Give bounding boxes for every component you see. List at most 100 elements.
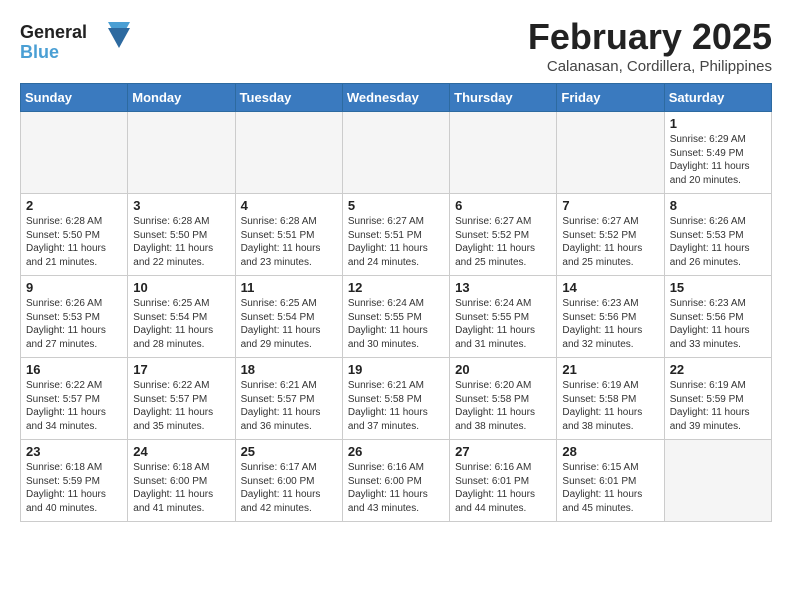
logo-svg: General Blue [20, 16, 130, 64]
main-title: February 2025 [528, 16, 772, 58]
calendar-cell: 21 Sunrise: 6:19 AM Sunset: 5:58 PM Dayli… [557, 358, 664, 440]
calendar-cell: 20 Sunrise: 6:20 AM Sunset: 5:58 PM Dayli… [450, 358, 557, 440]
day-info: Sunrise: 6:22 AM Sunset: 5:57 PM Dayligh… [26, 379, 122, 433]
day-number: 22 [670, 362, 766, 377]
calendar-cell: 24 Sunrise: 6:18 AM Sunset: 6:00 PM Dayli… [128, 440, 235, 522]
day-number: 21 [562, 362, 658, 377]
day-info: Sunrise: 6:21 AM Sunset: 5:57 PM Dayligh… [241, 379, 337, 433]
day-number: 16 [26, 362, 122, 377]
day-number: 26 [348, 444, 444, 459]
day-number: 3 [133, 198, 229, 213]
calendar-cell: 28 Sunrise: 6:15 AM Sunset: 6:01 PM Dayli… [557, 440, 664, 522]
svg-text:General: General [20, 22, 87, 42]
calendar-week-3: 16 Sunrise: 6:22 AM Sunset: 5:57 PM Dayli… [21, 358, 772, 440]
calendar-cell: 7 Sunrise: 6:27 AM Sunset: 5:52 PM Daylig… [557, 194, 664, 276]
day-info: Sunrise: 6:19 AM Sunset: 5:59 PM Dayligh… [670, 379, 766, 433]
day-number: 10 [133, 280, 229, 295]
day-number: 7 [562, 198, 658, 213]
day-info: Sunrise: 6:24 AM Sunset: 5:55 PM Dayligh… [455, 297, 551, 351]
calendar-cell [664, 440, 771, 522]
day-number: 27 [455, 444, 551, 459]
day-info: Sunrise: 6:17 AM Sunset: 6:00 PM Dayligh… [241, 461, 337, 515]
day-info: Sunrise: 6:18 AM Sunset: 5:59 PM Dayligh… [26, 461, 122, 515]
col-header-tuesday: Tuesday [235, 84, 342, 112]
col-header-saturday: Saturday [664, 84, 771, 112]
day-number: 24 [133, 444, 229, 459]
day-number: 11 [241, 280, 337, 295]
day-info: Sunrise: 6:23 AM Sunset: 5:56 PM Dayligh… [670, 297, 766, 351]
subtitle: Calanasan, Cordillera, Philippines [528, 58, 772, 75]
day-info: Sunrise: 6:23 AM Sunset: 5:56 PM Dayligh… [562, 297, 658, 351]
day-number: 18 [241, 362, 337, 377]
day-number: 17 [133, 362, 229, 377]
day-info: Sunrise: 6:26 AM Sunset: 5:53 PM Dayligh… [26, 297, 122, 351]
calendar-week-2: 9 Sunrise: 6:26 AM Sunset: 5:53 PM Daylig… [21, 276, 772, 358]
svg-text:Blue: Blue [20, 42, 59, 62]
day-info: Sunrise: 6:15 AM Sunset: 6:01 PM Dayligh… [562, 461, 658, 515]
calendar-cell: 2 Sunrise: 6:28 AM Sunset: 5:50 PM Daylig… [21, 194, 128, 276]
calendar-cell [235, 112, 342, 194]
day-number: 28 [562, 444, 658, 459]
day-info: Sunrise: 6:29 AM Sunset: 5:49 PM Dayligh… [670, 133, 766, 187]
day-info: Sunrise: 6:21 AM Sunset: 5:58 PM Dayligh… [348, 379, 444, 433]
calendar-cell: 14 Sunrise: 6:23 AM Sunset: 5:56 PM Dayli… [557, 276, 664, 358]
day-number: 4 [241, 198, 337, 213]
calendar-cell: 9 Sunrise: 6:26 AM Sunset: 5:53 PM Daylig… [21, 276, 128, 358]
day-info: Sunrise: 6:27 AM Sunset: 5:51 PM Dayligh… [348, 215, 444, 269]
calendar-cell [450, 112, 557, 194]
day-number: 23 [26, 444, 122, 459]
calendar-cell: 23 Sunrise: 6:18 AM Sunset: 5:59 PM Dayli… [21, 440, 128, 522]
day-number: 19 [348, 362, 444, 377]
calendar-cell: 16 Sunrise: 6:22 AM Sunset: 5:57 PM Dayli… [21, 358, 128, 440]
day-info: Sunrise: 6:28 AM Sunset: 5:51 PM Dayligh… [241, 215, 337, 269]
calendar-cell [557, 112, 664, 194]
calendar-week-4: 23 Sunrise: 6:18 AM Sunset: 5:59 PM Dayli… [21, 440, 772, 522]
calendar-cell: 1 Sunrise: 6:29 AM Sunset: 5:49 PM Daylig… [664, 112, 771, 194]
calendar-table: SundayMondayTuesdayWednesdayThursdayFrid… [20, 83, 772, 522]
calendar-cell: 15 Sunrise: 6:23 AM Sunset: 5:56 PM Dayli… [664, 276, 771, 358]
day-number: 1 [670, 116, 766, 131]
calendar-cell: 11 Sunrise: 6:25 AM Sunset: 5:54 PM Dayli… [235, 276, 342, 358]
logo-area: General Blue [20, 16, 130, 69]
col-header-thursday: Thursday [450, 84, 557, 112]
calendar-cell: 10 Sunrise: 6:25 AM Sunset: 5:54 PM Dayli… [128, 276, 235, 358]
calendar-cell [21, 112, 128, 194]
day-number: 12 [348, 280, 444, 295]
day-info: Sunrise: 6:18 AM Sunset: 6:00 PM Dayligh… [133, 461, 229, 515]
calendar-cell: 22 Sunrise: 6:19 AM Sunset: 5:59 PM Dayli… [664, 358, 771, 440]
day-number: 20 [455, 362, 551, 377]
calendar-cell: 4 Sunrise: 6:28 AM Sunset: 5:51 PM Daylig… [235, 194, 342, 276]
day-number: 14 [562, 280, 658, 295]
calendar-cell: 17Sunrise: 6:22 AM Sunset: 5:57 PM Dayli… [128, 358, 235, 440]
day-info: Sunrise: 6:25 AM Sunset: 5:54 PM Dayligh… [241, 297, 337, 351]
day-info: Sunrise: 6:26 AM Sunset: 5:53 PM Dayligh… [670, 215, 766, 269]
day-number: 6 [455, 198, 551, 213]
day-number: 9 [26, 280, 122, 295]
calendar-cell: 6 Sunrise: 6:27 AM Sunset: 5:52 PM Daylig… [450, 194, 557, 276]
day-info: Sunrise: 6:27 AM Sunset: 5:52 PM Dayligh… [562, 215, 658, 269]
day-info: Sunrise: 6:28 AM Sunset: 5:50 PM Dayligh… [133, 215, 229, 269]
calendar-cell: 13Sunrise: 6:24 AM Sunset: 5:55 PM Dayli… [450, 276, 557, 358]
day-info: Sunrise: 6:25 AM Sunset: 5:54 PM Dayligh… [133, 297, 229, 351]
calendar-cell: 3 Sunrise: 6:28 AM Sunset: 5:50 PM Daylig… [128, 194, 235, 276]
day-info: Sunrise: 6:20 AM Sunset: 5:58 PM Dayligh… [455, 379, 551, 433]
day-info: Sunrise: 6:27 AM Sunset: 5:52 PM Dayligh… [455, 215, 551, 269]
calendar-cell: 18 Sunrise: 6:21 AM Sunset: 5:57 PM Dayli… [235, 358, 342, 440]
day-number: 8 [670, 198, 766, 213]
day-number: 15 [670, 280, 766, 295]
day-info: Sunrise: 6:19 AM Sunset: 5:58 PM Dayligh… [562, 379, 658, 433]
calendar-cell [128, 112, 235, 194]
header: General Blue February 2025 Calanasan, Co… [20, 16, 772, 75]
calendar-week-0: 1 Sunrise: 6:29 AM Sunset: 5:49 PM Daylig… [21, 112, 772, 194]
calendar-week-1: 2 Sunrise: 6:28 AM Sunset: 5:50 PM Daylig… [21, 194, 772, 276]
day-info: Sunrise: 6:28 AM Sunset: 5:50 PM Dayligh… [26, 215, 122, 269]
calendar-cell: 19 Sunrise: 6:21 AM Sunset: 5:58 PM Dayli… [342, 358, 449, 440]
col-header-sunday: Sunday [21, 84, 128, 112]
calendar-cell: 5Sunrise: 6:27 AM Sunset: 5:51 PM Daylig… [342, 194, 449, 276]
calendar-cell: 27Sunrise: 6:16 AM Sunset: 6:01 PM Dayli… [450, 440, 557, 522]
calendar-cell: 25Sunrise: 6:17 AM Sunset: 6:00 PM Dayli… [235, 440, 342, 522]
calendar-cell: 26Sunrise: 6:16 AM Sunset: 6:00 PM Dayli… [342, 440, 449, 522]
calendar-cell: 8 Sunrise: 6:26 AM Sunset: 5:53 PM Daylig… [664, 194, 771, 276]
logo: General Blue [20, 16, 130, 69]
day-number: 2 [26, 198, 122, 213]
